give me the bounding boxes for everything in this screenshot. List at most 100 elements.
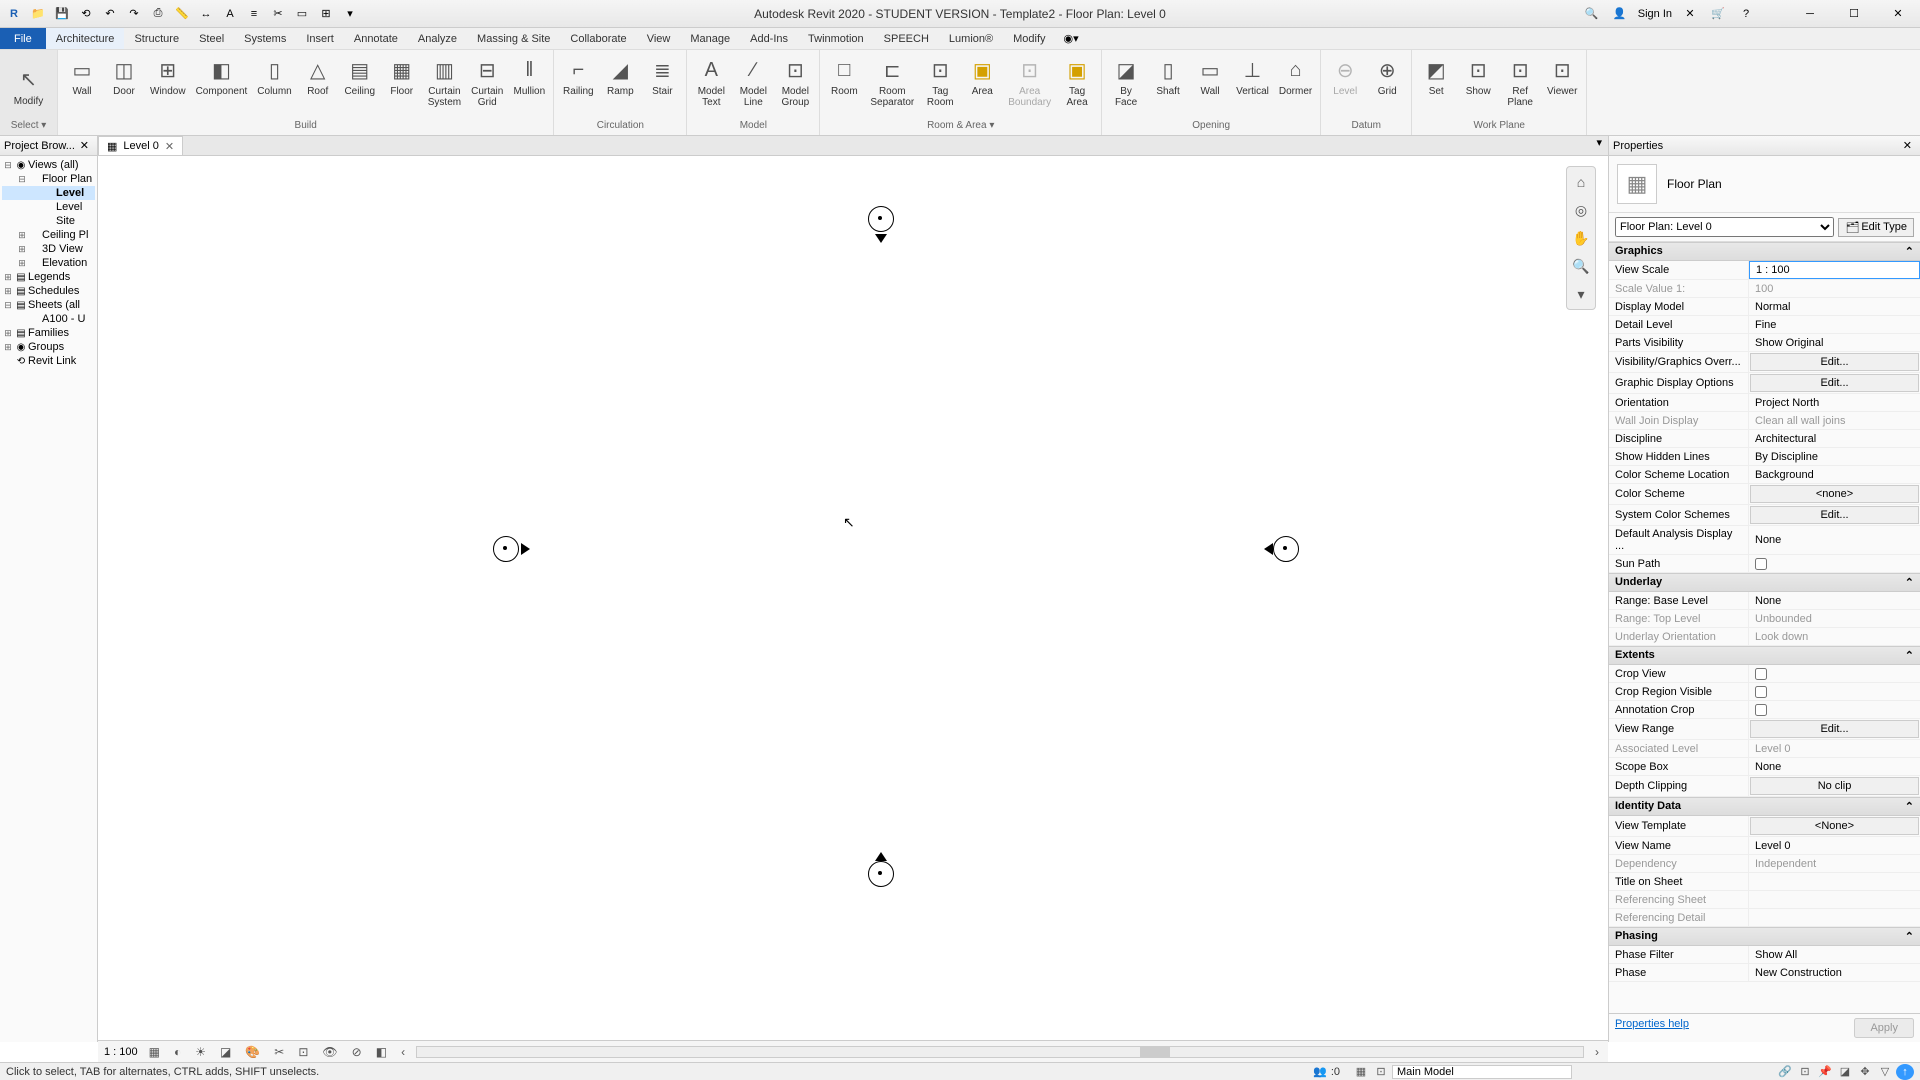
elevation-marker-east[interactable]	[1273, 536, 1299, 562]
expand-icon[interactable]: ⊞	[2, 272, 14, 283]
tree-item[interactable]: ⊞▤Legends	[2, 270, 95, 284]
checkbox[interactable]	[1755, 686, 1767, 698]
tree-item[interactable]: ⊞Elevation	[2, 256, 95, 270]
tree-item[interactable]: ⊞3D View	[2, 242, 95, 256]
temp-hide-icon[interactable]: ⊘	[349, 1045, 365, 1059]
text-icon[interactable]: A	[220, 4, 240, 24]
select-underlay-icon[interactable]: ⊡	[1796, 1064, 1814, 1080]
collapse-icon[interactable]: ⌃	[1905, 649, 1914, 662]
user-icon[interactable]: 👤	[1610, 4, 1630, 24]
tree-item[interactable]: ⊞◉Groups	[2, 340, 95, 354]
workset-field[interactable]	[1392, 1065, 1572, 1079]
mullion-button[interactable]: ‖Mullion	[509, 52, 549, 99]
measure-icon[interactable]: 📏	[172, 4, 192, 24]
tab-steel[interactable]: Steel	[189, 28, 234, 49]
collapse-icon[interactable]: ⌃	[1905, 800, 1914, 813]
select-links-icon[interactable]: 🔗	[1776, 1064, 1794, 1080]
help-icon[interactable]: ?	[1736, 4, 1756, 24]
nav-home-icon[interactable]: ⌂	[1570, 171, 1592, 193]
tab-structure[interactable]: Structure	[124, 28, 189, 49]
ceiling-button[interactable]: ▤Ceiling	[340, 52, 380, 99]
prop-value[interactable]: Show Original	[1749, 334, 1920, 351]
select-pinned-icon[interactable]: 📌	[1816, 1064, 1834, 1080]
prop-value[interactable]	[1749, 701, 1920, 718]
elevation-marker-south[interactable]	[868, 861, 894, 887]
dormer-button[interactable]: ⌂Dormer	[1275, 52, 1316, 99]
tree-item[interactable]: Level	[2, 186, 95, 200]
prop-value[interactable]: None	[1749, 758, 1920, 775]
tree-item[interactable]: Level	[2, 200, 95, 214]
dim-icon[interactable]: ↔	[196, 4, 216, 24]
open-icon[interactable]: 📁	[28, 4, 48, 24]
align-icon[interactable]: ≡	[244, 4, 264, 24]
window-button[interactable]: ⊞Window	[146, 52, 190, 99]
doc-tab-close-icon[interactable]: ✕	[165, 140, 174, 153]
prop-value[interactable]: Fine	[1749, 316, 1920, 333]
model-group-button[interactable]: ⊡Model Group	[775, 52, 815, 110]
tree-item[interactable]: ⊞▤Families	[2, 326, 95, 340]
column-button[interactable]: ▯Column	[253, 52, 295, 99]
collapse-icon[interactable]: ⌃	[1905, 576, 1914, 589]
vertical-button[interactable]: ⊥Vertical	[1232, 52, 1273, 99]
drawing-canvas[interactable]: ↖ ⌂ ◎ ✋ 🔍 ▾	[98, 156, 1608, 1042]
detail-level-icon[interactable]: ▦	[146, 1045, 163, 1059]
browser-close-icon[interactable]: ✕	[76, 139, 93, 152]
section-phasing[interactable]: Phasing⌃	[1609, 927, 1920, 946]
prop-value[interactable]: <none>	[1750, 485, 1919, 503]
sync-icon[interactable]: ⟲	[76, 4, 96, 24]
tree-item[interactable]: ⊞Ceiling Pl	[2, 228, 95, 242]
unhide-icon[interactable]: 👁	[319, 1045, 340, 1059]
expand-icon[interactable]: ⊞	[16, 244, 28, 255]
checkbox[interactable]	[1755, 668, 1767, 680]
tab-speech[interactable]: SPEECH	[874, 28, 939, 49]
prop-value[interactable]: Architectural	[1749, 430, 1920, 447]
tab-analyze[interactable]: Analyze	[408, 28, 467, 49]
prop-value[interactable]: Background	[1749, 466, 1920, 483]
close-views-icon[interactable]: ⊞	[316, 4, 336, 24]
tree-item[interactable]: ⊟Floor Plan	[2, 172, 95, 186]
prop-value[interactable]: Show All	[1749, 946, 1920, 963]
filter-icon[interactable]: ▽	[1876, 1064, 1894, 1080]
set-button[interactable]: ◩Set	[1416, 52, 1456, 99]
tab-architecture[interactable]: Architecture	[46, 28, 125, 49]
tab-modify[interactable]: Modify	[1003, 28, 1055, 49]
tree-item[interactable]: A100 - U	[2, 312, 95, 326]
crop-icon[interactable]: ✂	[271, 1045, 287, 1059]
prop-value[interactable]: Edit...	[1750, 374, 1919, 392]
checkbox[interactable]	[1755, 558, 1767, 570]
tree-item[interactable]: Site	[2, 214, 95, 228]
tab-manage[interactable]: Manage	[680, 28, 740, 49]
workset-icon[interactable]: 👥	[1311, 1064, 1329, 1080]
model-text-button[interactable]: AModel Text	[691, 52, 731, 110]
tree-item[interactable]: ⊞▤Schedules	[2, 284, 95, 298]
nav-wheel-icon[interactable]: ◎	[1570, 199, 1592, 221]
close-button[interactable]: ✕	[1880, 1, 1916, 27]
floor-button[interactable]: ▦Floor	[382, 52, 422, 99]
roof-button[interactable]: △Roof	[298, 52, 338, 99]
grid-button[interactable]: ⊕Grid	[1367, 52, 1407, 99]
design-option-icon[interactable]: ⊡	[1372, 1064, 1390, 1080]
prop-value[interactable]	[1749, 683, 1920, 700]
elevation-marker-north[interactable]	[868, 206, 894, 232]
maximize-button[interactable]: ☐	[1836, 1, 1872, 27]
property-grid[interactable]: Graphics⌃View Scale1 : 100Scale Value 1:…	[1609, 242, 1920, 1013]
tag-room-button[interactable]: ⊡Tag Room	[920, 52, 960, 110]
nav-zoom-icon[interactable]: 🔍	[1570, 255, 1592, 277]
prop-value[interactable]	[1749, 555, 1920, 572]
collapse-icon[interactable]: ⌃	[1905, 930, 1914, 943]
tab-massingsite[interactable]: Massing & Site	[467, 28, 560, 49]
drag-icon[interactable]: ✥	[1856, 1064, 1874, 1080]
cloud-icon[interactable]: ↑	[1896, 1064, 1914, 1080]
tree-item[interactable]: ⊟◉Views (all)	[2, 158, 95, 172]
select-panel-label[interactable]: Select ▾	[4, 118, 53, 133]
section-underlay[interactable]: Underlay⌃	[1609, 573, 1920, 592]
tab-collaborate[interactable]: Collaborate	[560, 28, 636, 49]
prop-value[interactable]	[1749, 873, 1920, 890]
checkbox[interactable]	[1755, 704, 1767, 716]
wall-button[interactable]: ▭Wall	[62, 52, 102, 99]
ribbon-toggle-icon[interactable]: ◉▾	[1064, 28, 1079, 49]
room-button[interactable]: □Room	[824, 52, 864, 99]
prop-value[interactable]: Normal	[1749, 298, 1920, 315]
expand-icon[interactable]: ⊞	[16, 258, 28, 269]
ramp-button[interactable]: ◢Ramp	[600, 52, 640, 99]
